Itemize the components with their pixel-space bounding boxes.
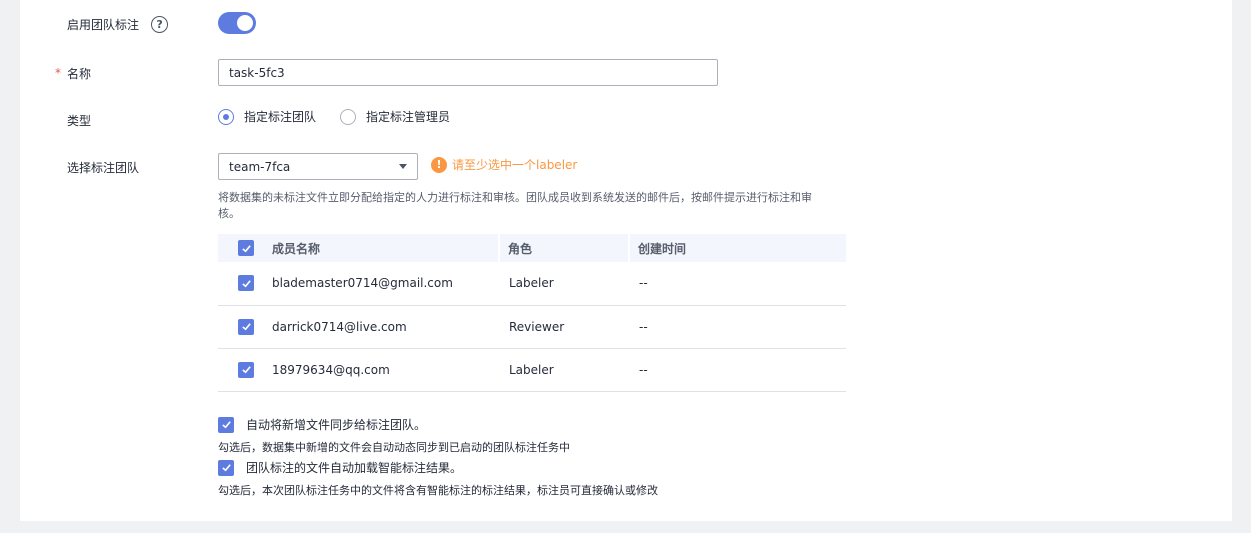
check-icon xyxy=(241,244,251,252)
radio-team[interactable]: 指定标注团队 xyxy=(218,108,316,125)
team-select-label-row: 选择标注团队 xyxy=(67,155,139,179)
warning-message: ! 请至少选中一个labeler xyxy=(431,156,577,173)
check-icon xyxy=(221,421,231,429)
auto-sync-hint: 勾选后，数据集中新增的文件会自动动态同步到已启动的团队标注任务中 xyxy=(218,441,570,454)
team-select[interactable]: team-7fca xyxy=(218,153,418,180)
team-label: 启用团队标注 xyxy=(67,17,140,32)
warning-icon: ! xyxy=(431,156,447,173)
warning-text: 请至少选中一个labeler xyxy=(452,158,578,172)
auto-sync-option[interactable]: 自动将新增文件同步给标注团队。 xyxy=(218,416,426,433)
team-select-value: team-7fca xyxy=(229,159,291,174)
check-icon xyxy=(221,464,231,472)
table-row: darrick0714@live.com Reviewer -- xyxy=(218,305,846,349)
radio-manager[interactable]: 指定标注管理员 xyxy=(340,108,450,125)
type-radio-group: 指定标注团队 指定标注管理员 xyxy=(218,108,474,125)
auto-load-label: 团队标注的文件自动加载智能标注结果。 xyxy=(246,461,463,475)
chevron-down-icon xyxy=(399,164,407,169)
member-role: Labeler xyxy=(499,348,629,392)
header-member-name: 成员名称 xyxy=(272,234,499,262)
name-input[interactable] xyxy=(218,59,718,86)
member-name: darrick0714@live.com xyxy=(272,305,499,349)
member-created-time: -- xyxy=(629,262,846,306)
table-row: blademaster0714@gmail.com Labeler -- xyxy=(218,262,846,306)
member-name: blademaster0714@gmail.com xyxy=(272,262,499,306)
auto-load-option[interactable]: 团队标注的文件自动加载智能标注结果。 xyxy=(218,459,462,476)
radio-team-circle[interactable] xyxy=(218,108,234,125)
team-toggle[interactable] xyxy=(218,12,256,34)
members-table: 成员名称 角色 创建时间 blademaster0714@gmail.com L… xyxy=(218,234,846,392)
row-check-cell xyxy=(218,348,272,392)
member-role: Labeler xyxy=(499,262,629,306)
table-row: 18979634@qq.com Labeler -- xyxy=(218,348,846,392)
type-label: 类型 xyxy=(67,113,92,128)
row-checkbox[interactable] xyxy=(238,275,254,292)
row-check-cell xyxy=(218,305,272,349)
auto-sync-label: 自动将新增文件同步给标注团队。 xyxy=(246,418,427,432)
member-name: 18979634@qq.com xyxy=(272,348,499,392)
radio-manager-circle[interactable] xyxy=(340,108,357,125)
member-created-time: -- xyxy=(629,305,846,349)
auto-load-hint: 勾选后，本次团队标注任务中的文件将含有智能标注的标注结果，标注员可直接确认或修改 xyxy=(218,484,658,497)
name-label: 名称 xyxy=(67,66,92,81)
header-select-all xyxy=(218,234,272,262)
row-checkbox[interactable] xyxy=(238,318,254,335)
member-created-time: -- xyxy=(629,348,846,392)
toggle-knob xyxy=(237,15,253,31)
auto-sync-checkbox[interactable] xyxy=(218,416,234,433)
radio-team-label: 指定标注团队 xyxy=(244,110,317,124)
table-header-row: 成员名称 角色 创建时间 xyxy=(218,234,846,262)
header-created-time: 创建时间 xyxy=(628,234,846,262)
help-icon[interactable]: ? xyxy=(151,15,169,33)
name-label-row: * 名称 xyxy=(55,61,92,85)
team-description: 将数据集的未标注文件立即分配给指定的人力进行标注和审核。团队成员收到系统发送的邮… xyxy=(218,191,812,220)
auto-load-checkbox[interactable] xyxy=(218,459,234,476)
row-checkbox[interactable] xyxy=(238,361,254,378)
header-role: 角色 xyxy=(498,234,629,262)
form-panel: 启用团队标注 ? * 名称 类型 指定标注团队 指定标注管理员 选择标注团队 t… xyxy=(20,0,1232,521)
check-icon xyxy=(241,366,251,374)
row-check-cell xyxy=(218,262,272,306)
select-all-checkbox[interactable] xyxy=(238,240,254,256)
team-select-label: 选择标注团队 xyxy=(67,160,140,175)
team-label-row: 启用团队标注 ? xyxy=(67,12,169,36)
radio-manager-label: 指定标注管理员 xyxy=(366,110,451,124)
check-icon xyxy=(241,323,251,331)
member-role: Reviewer xyxy=(499,305,629,349)
check-icon xyxy=(241,279,251,288)
required-mark: * xyxy=(55,66,61,80)
type-label-row: 类型 xyxy=(67,108,91,132)
